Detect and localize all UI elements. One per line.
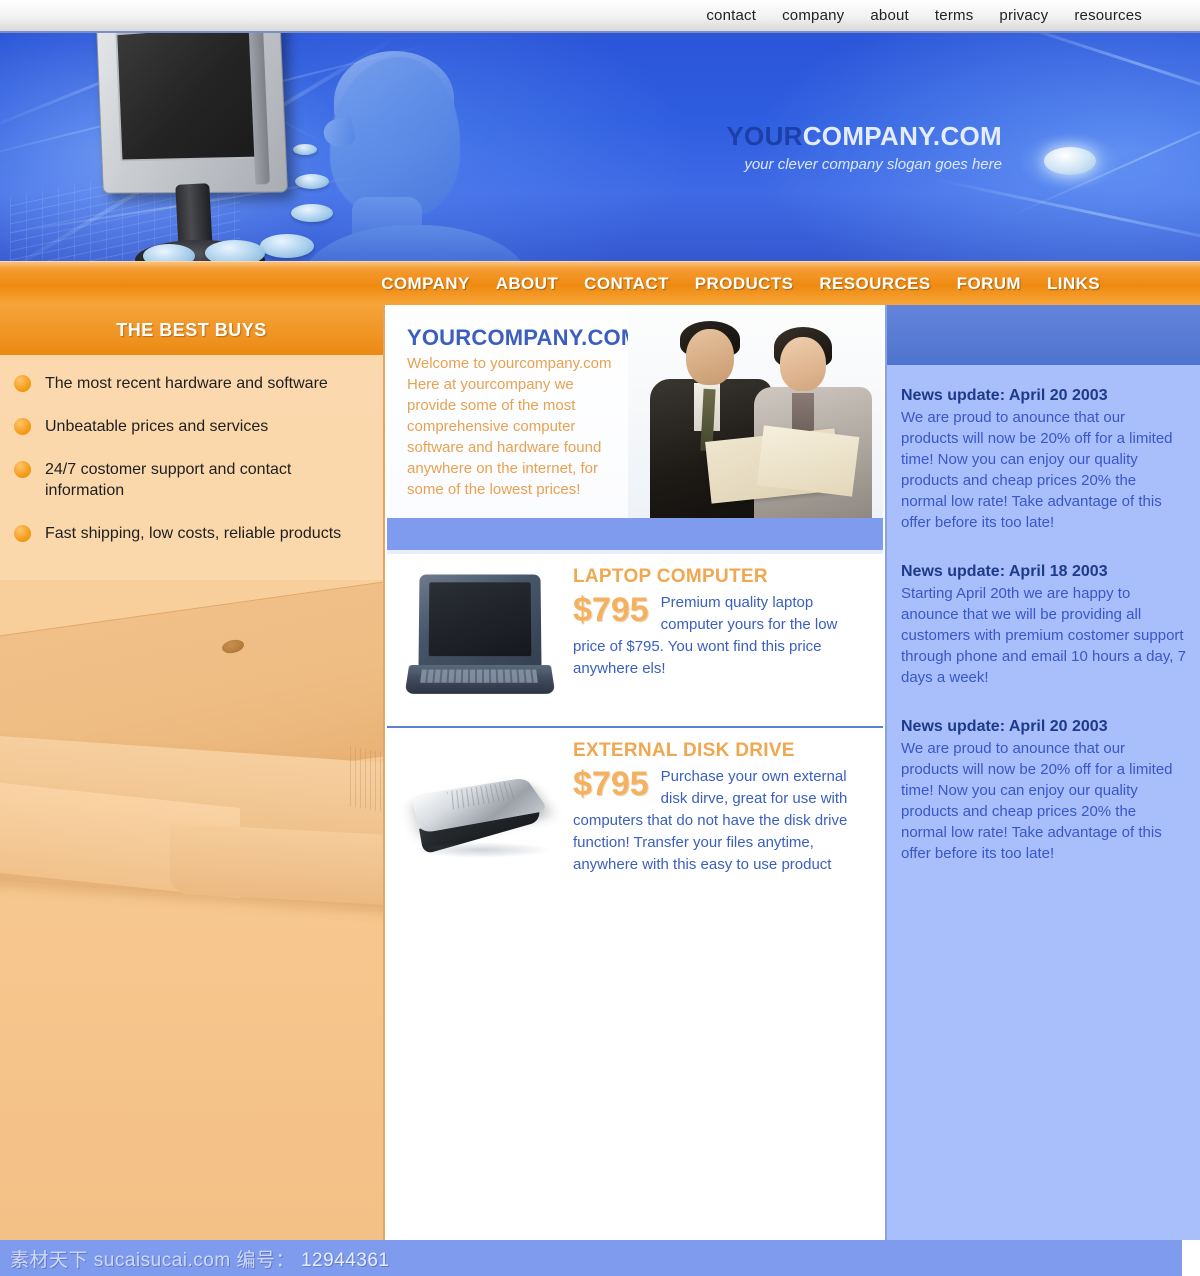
main-nav-link-contact[interactable]: CONTACT xyxy=(584,274,669,294)
sidebar-bullet-list: The most recent hardware and software Un… xyxy=(0,355,383,544)
watermark-text: 素材天下 sucaisucai.com 编号： 12944361 xyxy=(0,1245,390,1272)
brand-title-part2: COMPANY.COM xyxy=(802,121,1002,151)
welcome-heading: YOURCOMPANY.COM xyxy=(407,325,640,350)
laptop-computer-photo xyxy=(403,572,556,702)
brand-logo: YOURCOMPANY.COM your clever company slog… xyxy=(726,121,1002,173)
main-nav-link-forum[interactable]: FORUM xyxy=(957,274,1021,294)
main-navigation-bar: COMPANY ABOUT CONTACT PRODUCTS RESOURCES… xyxy=(0,261,1200,305)
product-title: EXTERNAL DISK DRIVE xyxy=(573,740,795,761)
left-sidebar: THE BEST BUYS The most recent hardware a… xyxy=(0,305,385,1240)
brand-title: YOURCOMPANY.COM xyxy=(726,121,1002,152)
product-card-external-disk-drive[interactable]: EXTERNAL DISK DRIVE $795 Purchase your o… xyxy=(387,726,883,898)
brand-title-part1: YOUR xyxy=(726,121,803,151)
list-item[interactable]: 24/7 costomer support and contact inform… xyxy=(14,459,369,501)
news-item[interactable]: News update: April 18 2003 Starting Apri… xyxy=(901,563,1186,688)
lcd-monitor-image xyxy=(85,33,333,261)
product-title: LAPTOP COMPUTER xyxy=(573,566,768,587)
computer-case-photo xyxy=(0,580,383,1240)
list-item[interactable]: The most recent hardware and software xyxy=(14,373,369,394)
news-list: News update: April 20 2003 We are proud … xyxy=(887,365,1200,864)
sidebar-bullet-text: Unbeatable prices and services xyxy=(45,418,269,435)
main-nav-link-links[interactable]: LINKS xyxy=(1047,274,1100,294)
product-price: $795 xyxy=(573,591,649,629)
center-content-column: YOURCOMPANY.COM Welcome to yourcompany.c… xyxy=(387,305,883,1240)
news-sidebar-header-band xyxy=(887,305,1200,365)
welcome-panel: YOURCOMPANY.COM Welcome to yourcompany.c… xyxy=(387,305,883,518)
top-navigation-bar: contact company about terms privacy reso… xyxy=(0,0,1200,33)
orb-decoration-icon xyxy=(1018,133,1122,191)
watermark-source: 素材天下 sucaisucai.com 编号： xyxy=(10,1249,295,1271)
sidebar-title: THE BEST BUYS xyxy=(0,305,383,355)
sidebar-bullet-text: The most recent hardware and software xyxy=(45,375,328,392)
bullet-dot-icon xyxy=(14,375,31,392)
blue-separator-bar xyxy=(387,518,883,554)
sidebar-bullet-text: 24/7 costomer support and contact inform… xyxy=(45,461,292,499)
news-body: We are proud to anounce that our product… xyxy=(901,409,1173,531)
welcome-body-text: Welcome to yourcompany.com Here at yourc… xyxy=(407,355,612,498)
brand-slogan: your clever company slogan goes here xyxy=(744,156,1002,173)
news-heading: News update: April 20 2003 xyxy=(901,718,1108,735)
news-heading: News update: April 20 2003 xyxy=(901,387,1108,404)
main-nav-link-about[interactable]: ABOUT xyxy=(496,274,558,294)
list-item[interactable]: Unbeatable prices and services xyxy=(14,416,369,437)
main-nav-link-resources[interactable]: RESOURCES xyxy=(819,274,930,294)
news-heading: News update: April 18 2003 xyxy=(901,563,1108,580)
two-businesspeople-photo xyxy=(628,305,883,518)
top-nav-link-company[interactable]: company xyxy=(782,7,844,24)
top-nav-link-resources[interactable]: resources xyxy=(1074,7,1142,24)
product-card-laptop[interactable]: LAPTOP COMPUTER $795 Premium quality lap… xyxy=(387,554,883,726)
bullet-dot-icon xyxy=(14,461,31,478)
bullet-dot-icon xyxy=(14,418,31,435)
list-item[interactable]: Fast shipping, low costs, reliable produ… xyxy=(14,523,369,544)
footer-right-spacer xyxy=(1182,1240,1200,1276)
banner-light-streak xyxy=(987,33,1200,116)
top-nav-link-about[interactable]: about xyxy=(870,7,909,24)
news-body: We are proud to anounce that our product… xyxy=(901,740,1173,862)
header-banner: YOURCOMPANY.COM your clever company slog… xyxy=(0,33,1200,261)
top-nav-link-terms[interactable]: terms xyxy=(935,7,974,24)
sidebar-bullet-text: Fast shipping, low costs, reliable produ… xyxy=(45,525,342,542)
external-disk-drive-photo xyxy=(403,746,553,876)
main-nav-link-company[interactable]: COMPANY xyxy=(381,274,469,294)
bullet-dot-icon xyxy=(14,525,31,542)
page-body: THE BEST BUYS The most recent hardware a… xyxy=(0,305,1200,1240)
news-item[interactable]: News update: April 20 2003 We are proud … xyxy=(901,387,1186,533)
top-nav-link-contact[interactable]: contact xyxy=(706,7,756,24)
news-item[interactable]: News update: April 20 2003 We are proud … xyxy=(901,718,1186,864)
footer-watermark-bar: 素材天下 sucaisucai.com 编号： 12944361 xyxy=(0,1240,1200,1276)
man-profile-silhouette-image xyxy=(300,47,550,261)
product-price: $795 xyxy=(573,765,649,803)
main-nav-link-products[interactable]: PRODUCTS xyxy=(695,274,794,294)
news-body: Starting April 20th we are happy to anou… xyxy=(901,585,1186,686)
watermark-id: 12944361 xyxy=(300,1249,390,1271)
news-sidebar: News update: April 20 2003 We are proud … xyxy=(885,305,1200,1240)
top-nav-link-privacy[interactable]: privacy xyxy=(999,7,1048,24)
